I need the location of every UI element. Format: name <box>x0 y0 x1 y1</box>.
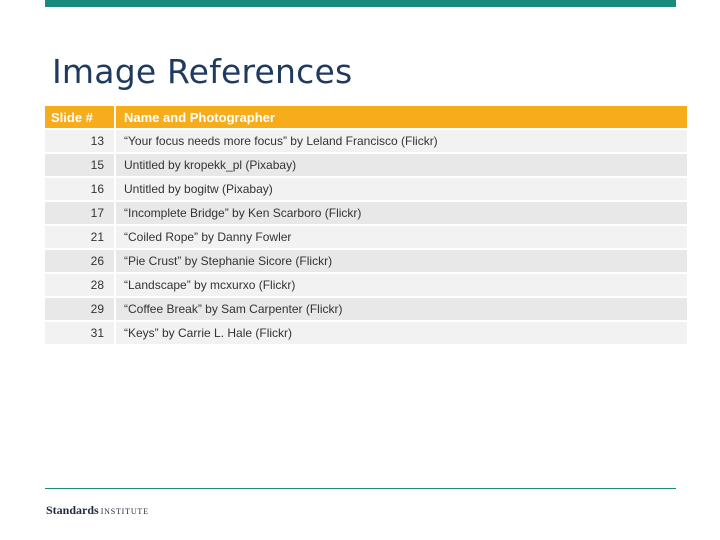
reference-name-cell: “Coffee Break” by Sam Carpenter (Flickr) <box>116 296 687 320</box>
page-title: Image References <box>52 52 353 91</box>
reference-name-cell: “Incomplete Bridge” by Ken Scarboro (Fli… <box>116 200 687 224</box>
reference-name-cell: “Your focus needs more focus” by Leland … <box>116 128 687 152</box>
table-row: 13 “Your focus needs more focus” by Lela… <box>45 128 687 152</box>
logo-sub-text: INSTITUTE <box>100 507 149 516</box>
table-row: 16 Untitled by bogitw (Pixabay) <box>45 176 687 200</box>
top-accent-bar <box>45 0 676 7</box>
slide-number-cell: 13 <box>45 128 116 152</box>
table-row: 29 “Coffee Break” by Sam Carpenter (Flic… <box>45 296 687 320</box>
table-row: 26 “Pie Crust” by Stephanie Sicore (Flic… <box>45 248 687 272</box>
footer-divider <box>45 488 676 489</box>
reference-name-cell: “Pie Crust” by Stephanie Sicore (Flickr) <box>116 248 687 272</box>
reference-name-cell: Untitled by kropekk_pl (Pixabay) <box>116 152 687 176</box>
standards-institute-logo: Standards INSTITUTE <box>46 503 149 518</box>
table-row: 21 “Coiled Rope” by Danny Fowler <box>45 224 687 248</box>
reference-name-cell: “Keys” by Carrie L. Hale (Flickr) <box>116 320 687 344</box>
reference-name-cell: “Landscape” by mcxurxo (Flickr) <box>116 272 687 296</box>
column-header-slide: Slide # <box>45 106 116 128</box>
table-header-row: Slide # Name and Photographer <box>45 106 687 128</box>
column-header-name: Name and Photographer <box>116 106 687 128</box>
slide-number-cell: 31 <box>45 320 116 344</box>
table-row: 31 “Keys” by Carrie L. Hale (Flickr) <box>45 320 687 344</box>
table-row: 28 “Landscape” by mcxurxo (Flickr) <box>45 272 687 296</box>
logo-main-text: Standards <box>46 503 99 517</box>
table-row: 15 Untitled by kropekk_pl (Pixabay) <box>45 152 687 176</box>
slide-number-cell: 26 <box>45 248 116 272</box>
reference-name-cell: “Coiled Rope” by Danny Fowler <box>116 224 687 248</box>
slide-number-cell: 17 <box>45 200 116 224</box>
reference-name-cell: Untitled by bogitw (Pixabay) <box>116 176 687 200</box>
slide-number-cell: 15 <box>45 152 116 176</box>
references-table: Slide # Name and Photographer 13 “Your f… <box>45 106 687 344</box>
slide-number-cell: 16 <box>45 176 116 200</box>
slide-number-cell: 28 <box>45 272 116 296</box>
table-row: 17 “Incomplete Bridge” by Ken Scarboro (… <box>45 200 687 224</box>
slide-number-cell: 29 <box>45 296 116 320</box>
slide-number-cell: 21 <box>45 224 116 248</box>
